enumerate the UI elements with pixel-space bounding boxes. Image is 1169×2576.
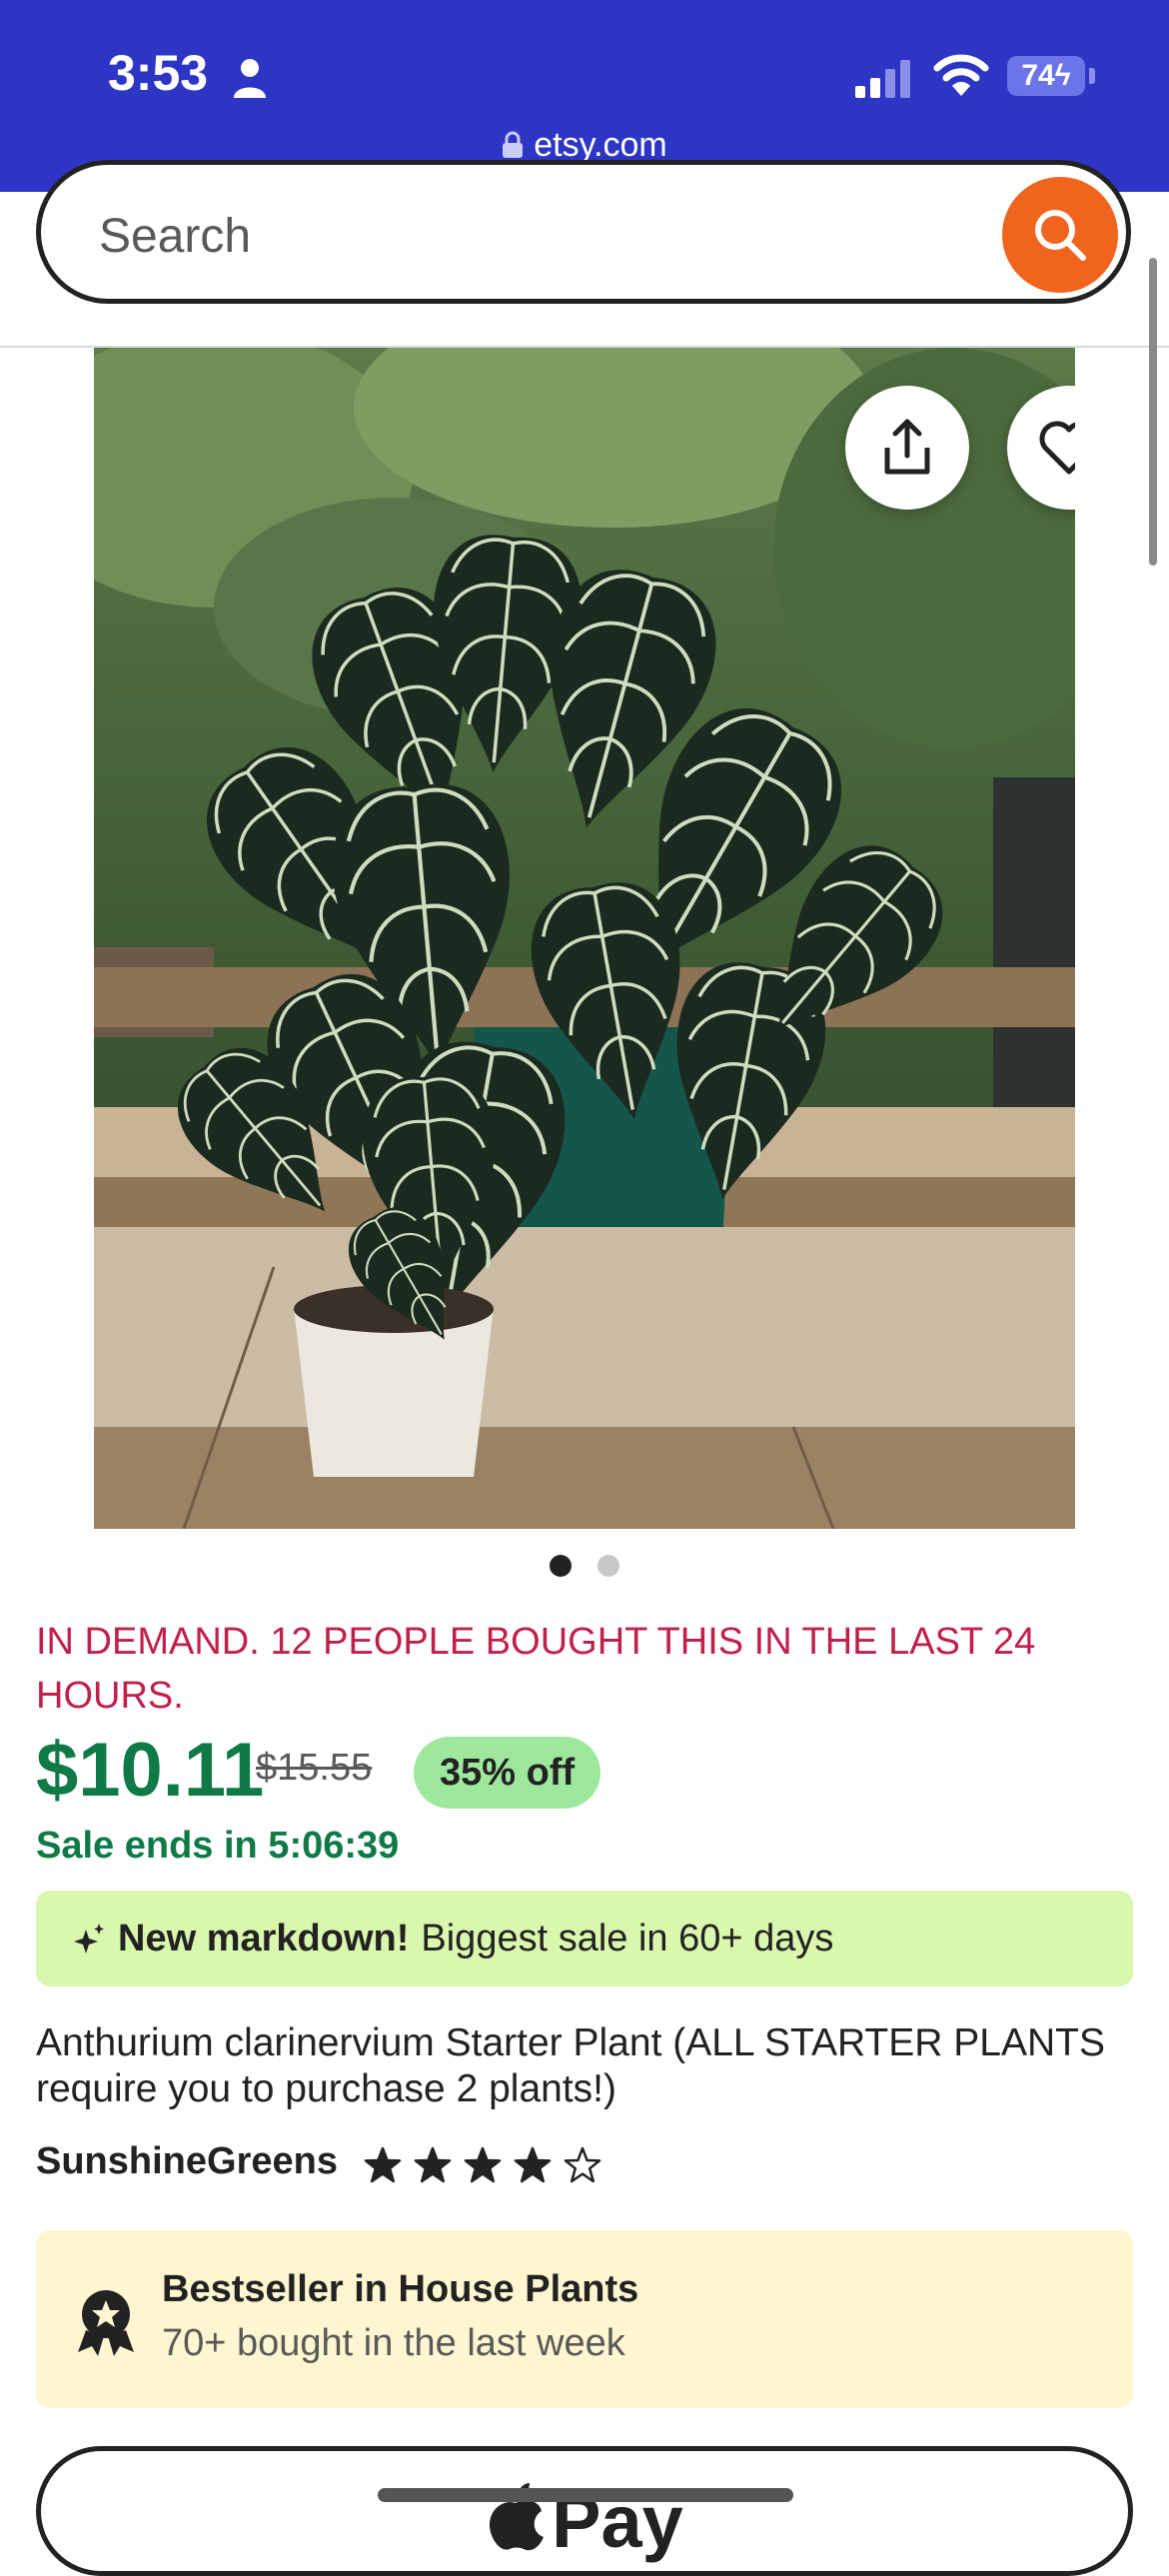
- sale-price: $10.11: [36, 1728, 265, 1813]
- signal-icon: [855, 60, 910, 98]
- scrollbar[interactable]: [1149, 258, 1157, 566]
- star-empty-icon: [564, 2146, 601, 2183]
- product-title: Anthurium clarinervium Starter Plant (AL…: [36, 2021, 1105, 2110]
- sparkle-icon: [74, 1924, 104, 1953]
- apple-pay-button[interactable]: Pay: [36, 2446, 1133, 2576]
- star-filled-icon: [414, 2146, 452, 2183]
- status-time: 3:53: [108, 45, 209, 101]
- carousel-dot[interactable]: [550, 1555, 572, 1577]
- rating-stars[interactable]: [364, 2146, 601, 2184]
- shop-name-link[interactable]: SunshineGreens: [36, 2140, 338, 2183]
- carousel-dots: [0, 1555, 1169, 1577]
- markdown-text: Biggest sale in 60+ days: [421, 1917, 834, 1959]
- original-price: $15.55: [256, 1747, 373, 1789]
- bestseller-title: Bestseller in House Plants: [162, 2268, 639, 2310]
- search-icon: [1035, 210, 1086, 261]
- markdown-title: New markdown!: [118, 1917, 410, 1959]
- url-text: etsy.com: [534, 126, 667, 164]
- wifi-icon: [933, 54, 989, 96]
- markdown-banner: New markdown! Biggest sale in 60+ days: [36, 1891, 1133, 1986]
- star-filled-icon: [514, 2146, 552, 2183]
- lock-icon: [503, 131, 524, 158]
- bestseller-card: Bestseller in House Plants 70+ bought in…: [36, 2230, 1133, 2408]
- in-demand-banner: IN DEMAND. 12 PEOPLE BOUGHT THIS IN THE …: [36, 1621, 1036, 1717]
- search-input[interactable]: [97, 205, 1000, 267]
- home-indicator[interactable]: [378, 2488, 793, 2502]
- share-button[interactable]: [845, 386, 969, 510]
- star-filled-icon: [464, 2146, 502, 2183]
- carousel-dot[interactable]: [597, 1555, 619, 1577]
- search-button[interactable]: [1002, 177, 1118, 293]
- battery-level: 74: [1021, 59, 1055, 92]
- discount-badge: 35% off: [414, 1737, 601, 1809]
- product-image[interactable]: [94, 348, 1075, 1529]
- bestseller-subtitle: 70+ bought in the last week: [162, 2322, 625, 2364]
- heart-icon: [1039, 421, 1075, 475]
- battery-indicator: 74 ϟ: [1007, 56, 1085, 96]
- sale-countdown: Sale ends in 5:06:39: [36, 1825, 400, 1867]
- charging-bolt-icon: ϟ: [1054, 59, 1071, 92]
- plant-photo: [94, 348, 1075, 1529]
- battery-cap: [1089, 68, 1095, 84]
- person-icon: [234, 59, 266, 98]
- share-icon: [884, 419, 930, 475]
- search-bar: [36, 160, 1131, 304]
- award-icon: [78, 2290, 134, 2356]
- star-filled-icon: [364, 2146, 402, 2183]
